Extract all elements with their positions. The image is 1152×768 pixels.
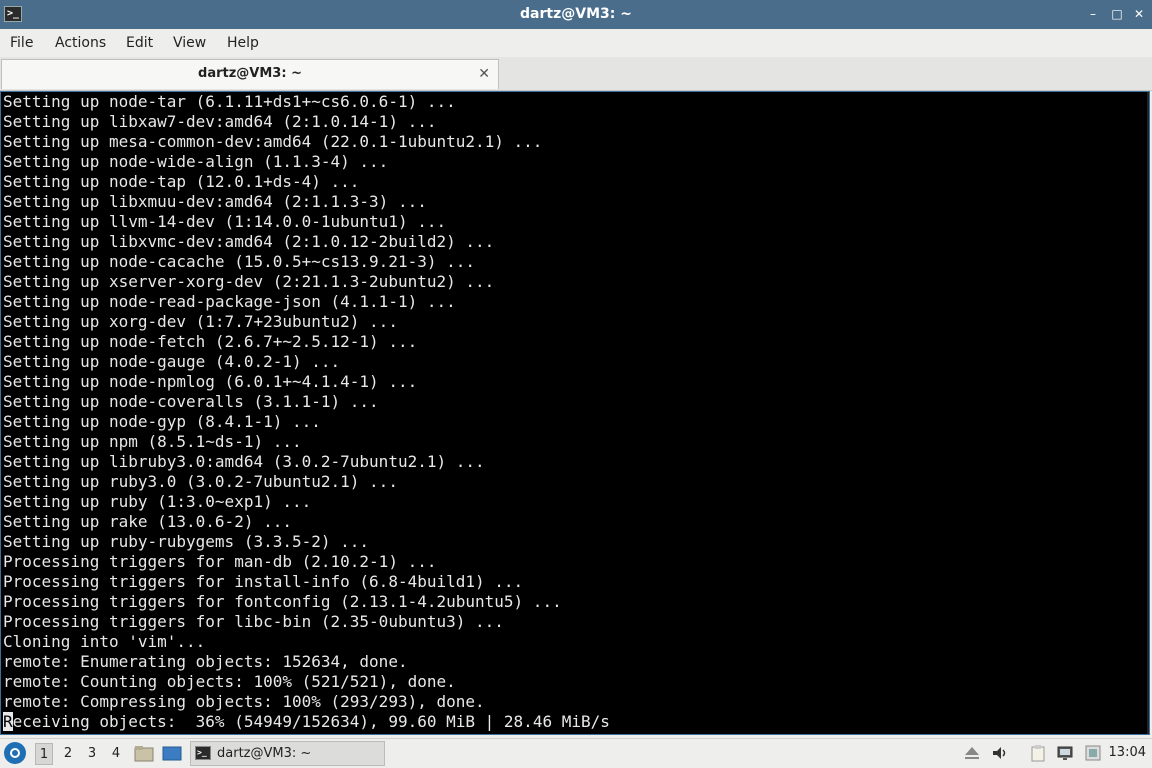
close-button[interactable]: ✕ xyxy=(1130,6,1148,22)
terminal-line: Cloning into 'vim'... xyxy=(3,632,206,651)
update-icon[interactable] xyxy=(1084,744,1102,762)
minimize-button[interactable]: – xyxy=(1084,6,1102,22)
menu-actions[interactable]: Actions xyxy=(55,29,106,57)
terminal-line: Setting up ruby3.0 (3.0.2-7ubuntu2.1) ..… xyxy=(3,472,398,491)
terminal-line: remote: Compressing objects: 100% (293/2… xyxy=(3,692,485,711)
menu-edit[interactable]: Edit xyxy=(126,29,153,57)
terminal-progress-text: eceiving objects: 36% (54949/152634), 99… xyxy=(12,712,610,731)
terminal-line: Setting up node-gauge (4.0.2-1) ... xyxy=(3,352,341,371)
tab-close-icon[interactable]: ✕ xyxy=(478,66,490,82)
clock: 13:04 xyxy=(1108,745,1146,760)
tab-bar: dartz@VM3: ~ ✕ xyxy=(0,57,1152,91)
terminal-line: Setting up node-fetch (2.6.7+~2.5.12-1) … xyxy=(3,332,418,351)
tab-terminal[interactable]: dartz@VM3: ~ ✕ xyxy=(1,59,499,89)
terminal-line: Setting up xorg-dev (1:7.7+23ubuntu2) ..… xyxy=(3,312,398,331)
terminal-line: Setting up libxvmc-dev:amd64 (2:1.0.12-2… xyxy=(3,232,495,251)
terminal-cursor: R xyxy=(3,712,13,731)
clipboard-icon[interactable] xyxy=(1029,744,1047,762)
task-label: dartz@VM3: ~ xyxy=(217,746,312,761)
maximize-button[interactable]: □ xyxy=(1108,6,1126,22)
workspace-4[interactable]: 4 xyxy=(107,743,125,765)
start-menu-icon[interactable] xyxy=(4,742,26,764)
terminal-line: Setting up node-npmlog (6.0.1+~4.1.4-1) … xyxy=(3,372,418,391)
menu-bar: File Actions Edit View Help xyxy=(0,29,1152,57)
terminal-output[interactable]: Setting up node-tar (6.1.11+ds1+~cs6.0.6… xyxy=(0,91,1150,735)
terminal-line: remote: Enumerating objects: 152634, don… xyxy=(3,652,408,671)
terminal-line: Setting up node-tar (6.1.11+ds1+~cs6.0.6… xyxy=(3,92,456,111)
terminal-line: Setting up libxmuu-dev:amd64 (2:1.1.3-3)… xyxy=(3,192,427,211)
terminal-line: Processing triggers for libc-bin (2.35-0… xyxy=(3,612,504,631)
terminal-scrollbar[interactable] xyxy=(1147,92,1149,734)
terminal-line: Setting up node-tap (12.0.1+ds-4) ... xyxy=(3,172,360,191)
workspace-3[interactable]: 3 xyxy=(83,743,101,765)
network-icon[interactable] xyxy=(1056,744,1074,762)
terminal-line: Setting up libruby3.0:amd64 (3.0.2-7ubun… xyxy=(3,452,485,471)
terminal-line: Processing triggers for man-db (2.10.2-1… xyxy=(3,552,437,571)
terminal-line: Setting up rake (13.0.6-2) ... xyxy=(3,512,292,531)
terminal-line: Setting up xserver-xorg-dev (2:21.1.3-2u… xyxy=(3,272,495,291)
workspace-1[interactable]: 1 xyxy=(35,743,53,765)
terminal-line: Setting up node-gyp (8.4.1-1) ... xyxy=(3,412,321,431)
eject-icon[interactable] xyxy=(963,744,981,762)
volume-icon[interactable] xyxy=(991,744,1009,762)
menu-help[interactable]: Help xyxy=(227,29,259,57)
terminal-line: Setting up node-read-package-json (4.1.1… xyxy=(3,292,456,311)
terminal-line: Setting up ruby-rubygems (3.3.5-2) ... xyxy=(3,532,370,551)
desktop-icon[interactable] xyxy=(162,744,182,762)
tab-label: dartz@VM3: ~ xyxy=(198,66,302,81)
workspace-2[interactable]: 2 xyxy=(59,743,77,765)
terminal-line: Setting up node-cacache (15.0.5+~cs13.9.… xyxy=(3,252,476,271)
terminal-line: Processing triggers for install-info (6.… xyxy=(3,572,524,591)
terminal-line: Setting up mesa-common-dev:amd64 (22.0.1… xyxy=(3,132,543,151)
terminal-prompt-line: Receiving objects: 36% (54949/152634), 9… xyxy=(1,712,1149,732)
taskbar-terminal-task[interactable]: >_ dartz@VM3: ~ xyxy=(190,741,385,766)
terminal-window: >_ dartz@VM3: ~ – □ ✕ File Actions Edit … xyxy=(0,0,1152,738)
terminal-line: remote: Counting objects: 100% (521/521)… xyxy=(3,672,456,691)
title-bar[interactable]: >_ dartz@VM3: ~ – □ ✕ xyxy=(0,0,1152,29)
window-title: dartz@VM3: ~ xyxy=(520,6,632,22)
terminal-line: Setting up libxaw7-dev:amd64 (2:1.0.14-1… xyxy=(3,112,437,131)
terminal-icon: >_ xyxy=(195,746,211,760)
terminal-line: Setting up npm (8.5.1~ds-1) ... xyxy=(3,432,302,451)
taskbar: 1 2 3 4 >_ dartz@VM3: ~ 13:04 xyxy=(0,738,1152,768)
menu-file[interactable]: File xyxy=(10,29,33,57)
file-manager-icon[interactable] xyxy=(134,744,154,762)
terminal-line: Processing triggers for fontconfig (2.13… xyxy=(3,592,562,611)
terminal-line: Setting up ruby (1:3.0~exp1) ... xyxy=(3,492,312,511)
terminal-line: Setting up llvm-14-dev (1:14.0.0-1ubuntu… xyxy=(3,212,447,231)
terminal-line: Setting up node-wide-align (1.1.3-4) ... xyxy=(3,152,389,171)
terminal-line: Setting up node-coveralls (3.1.1-1) ... xyxy=(3,392,379,411)
menu-view[interactable]: View xyxy=(173,29,206,57)
